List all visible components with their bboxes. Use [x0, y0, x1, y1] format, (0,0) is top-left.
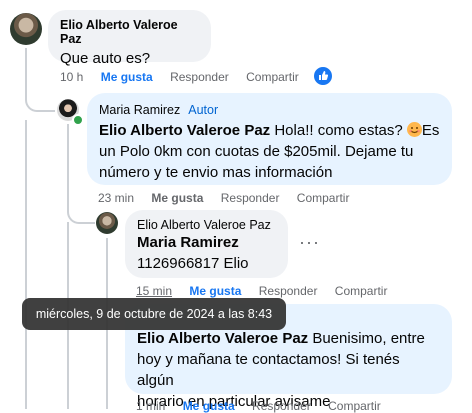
comment-text-part: hoy y mañana te contactamos! Si tenés al…: [137, 351, 400, 389]
reply-button[interactable]: Responder: [221, 191, 280, 205]
comment-bubble: Elio Alberto Valeroe Paz Maria Ramirez 1…: [125, 210, 288, 278]
comment-text-part: 1126966817 Elio: [137, 255, 249, 272]
comment-author[interactable]: Elio Alberto Valeroe Paz: [60, 18, 199, 46]
share-button[interactable]: Compartir: [297, 191, 350, 205]
author-badge: Autor: [188, 103, 219, 117]
like-reaction-icon[interactable]: [312, 65, 334, 87]
like-button[interactable]: Me gusta: [189, 284, 241, 298]
comment-text: Maria Ramirez 1126966817 Elio: [137, 232, 276, 274]
reply-button[interactable]: Responder: [259, 284, 318, 298]
share-button[interactable]: Compartir: [335, 284, 388, 298]
comment-text-part: número y te envio mas información: [99, 164, 333, 181]
comment-text-part: Hola!! como estas?: [270, 122, 407, 139]
comment-actions: 15 min Me gusta Responder Compartir: [136, 284, 401, 298]
share-button[interactable]: Compartir: [328, 399, 381, 413]
avatar[interactable]: [96, 212, 118, 234]
reply-button[interactable]: Responder: [252, 399, 311, 413]
mention-link[interactable]: Elio Alberto Valeroe Paz: [99, 122, 270, 139]
reply-button[interactable]: Responder: [170, 70, 229, 84]
timestamp-tooltip: miércoles, 9 de octubre de 2024 a las 8:…: [22, 298, 286, 330]
online-status-icon: [72, 114, 84, 126]
share-button[interactable]: Compartir: [246, 70, 299, 84]
comment-text: Elio Alberto Valeroe Paz Hola!! como est…: [99, 120, 440, 183]
avatar[interactable]: [10, 13, 42, 45]
comment-time[interactable]: 1 min: [136, 399, 165, 413]
comment-text: Que auto es?: [60, 50, 151, 67]
comment-time[interactable]: 10 h: [60, 70, 83, 84]
comment-time[interactable]: 15 min: [136, 284, 172, 298]
mention-link[interactable]: Elio Alberto Valeroe Paz: [137, 330, 308, 347]
comment-text-part: Es: [421, 122, 440, 139]
smiling-face-emoji-icon: [406, 122, 422, 137]
like-button[interactable]: Me gusta: [183, 399, 235, 413]
comment-time[interactable]: 23 min: [98, 191, 134, 205]
comment-bubble: Maria Ramirez Autor Elio Alberto Valeroe …: [87, 93, 452, 185]
comment-actions: 1 min Me gusta Responder Compartir: [136, 399, 395, 413]
thread-line-curve: [67, 206, 95, 224]
thread-line: [25, 48, 27, 98]
comment-actions: 10 h Me gusta Responder Compartir: [60, 70, 313, 84]
like-button[interactable]: Me gusta: [151, 191, 203, 205]
like-button[interactable]: Me gusta: [101, 70, 153, 84]
comment-text-part: Buenisimo, entre: [308, 330, 425, 347]
comment-actions: 23 min Me gusta Responder Compartir: [98, 191, 363, 205]
more-options-icon[interactable]: ···: [299, 232, 320, 253]
comment-author[interactable]: Maria Ramirez: [99, 103, 180, 117]
thread-line: [67, 124, 69, 208]
comment-text-part: un Polo 0km con cuotas de $205mil. Dejam…: [99, 143, 414, 160]
comment-bubble: Elio Alberto Valeroe Paz Que auto es?: [48, 10, 211, 67]
thread-line-curve: [25, 96, 55, 112]
thread-line: [25, 120, 27, 409]
comment-author[interactable]: Elio Alberto Valeroe Paz: [137, 218, 276, 232]
mention-link[interactable]: Maria Ramirez: [137, 234, 239, 251]
